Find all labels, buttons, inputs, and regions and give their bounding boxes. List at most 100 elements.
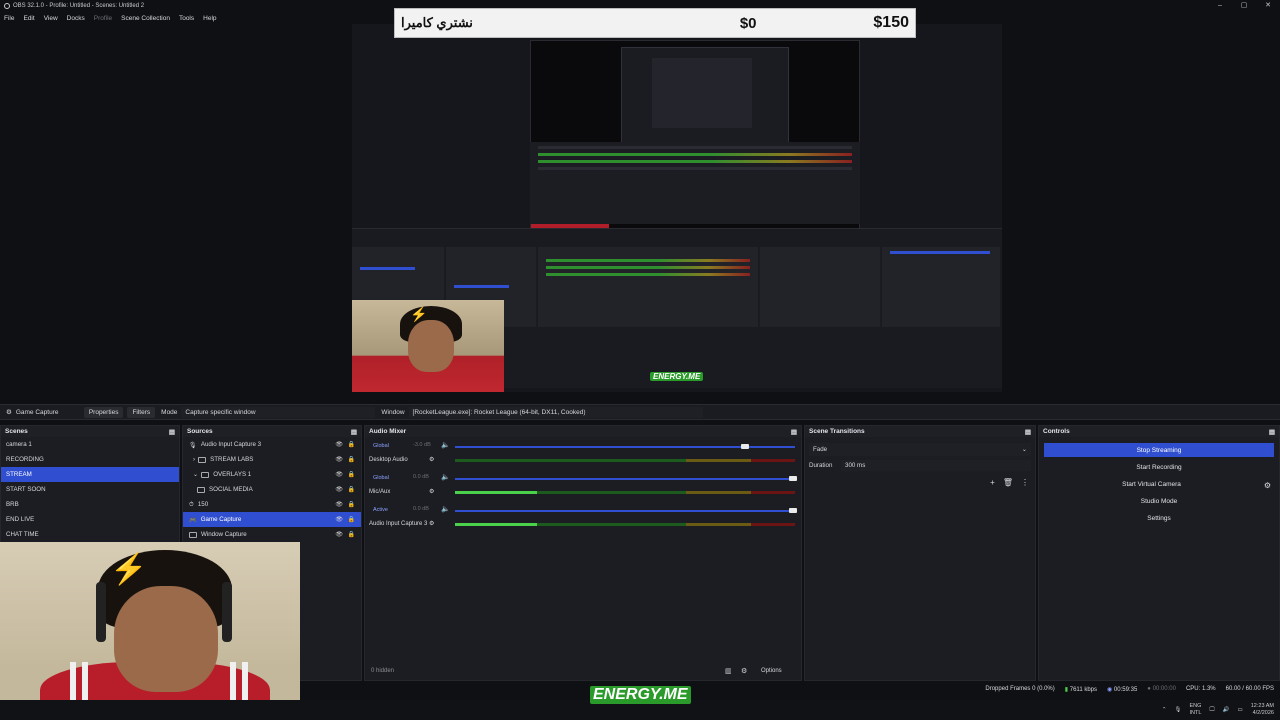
layout-icon[interactable]: ▥ — [725, 667, 732, 675]
virtual-camera-gear-icon[interactable]: ⚙ — [1264, 481, 1271, 490]
dock-menu-icon[interactable]: ▤ — [1025, 428, 1031, 436]
menu-file[interactable]: File — [4, 15, 14, 22]
lightning-icon: ⚡ — [410, 306, 428, 322]
gear-icon[interactable]: ⚙ — [429, 520, 434, 527]
goal-target: $150 — [873, 14, 909, 31]
trash-icon[interactable]: 🗑 — [1003, 478, 1013, 487]
speaker-icon[interactable]: 🔈 — [441, 505, 450, 513]
battery-icon[interactable]: ▭ — [1238, 707, 1243, 713]
studio-mode-button[interactable]: Studio Mode — [1044, 494, 1274, 508]
lock-icon[interactable]: 🔒 — [348, 471, 355, 478]
scene-item-stream[interactable]: STREAM — [1, 467, 179, 482]
language-top: ENG — [1189, 703, 1202, 709]
dock-menu-icon[interactable]: ▤ — [351, 428, 357, 436]
gear-icon[interactable]: ⚙ — [429, 456, 434, 463]
close-button[interactable]: ✕ — [1256, 0, 1280, 12]
scene-item-recording[interactable]: RECORDING — [1, 452, 179, 467]
dock-menu-icon[interactable]: ▤ — [791, 428, 797, 436]
lock-icon[interactable]: 🔒 — [348, 501, 355, 508]
menu-scene-collection[interactable]: Scene Collection — [121, 15, 170, 22]
menu-edit[interactable]: Edit — [23, 15, 34, 22]
add-icon[interactable]: + — [990, 478, 995, 487]
start-recording-button[interactable]: Start Recording — [1044, 460, 1274, 474]
scene-item-end-live[interactable]: END LIVE — [1, 512, 179, 527]
chevron-up-icon[interactable]: ⌃ — [1162, 707, 1167, 713]
volume-knob[interactable] — [741, 444, 749, 449]
dock-menu-icon[interactable]: ▤ — [169, 428, 175, 436]
chevron-down-icon[interactable]: ⌄ — [193, 471, 198, 478]
volume-slider[interactable] — [455, 476, 797, 481]
lock-icon[interactable]: 🔒 — [348, 531, 355, 538]
minimize-button[interactable]: – — [1208, 0, 1232, 12]
maximize-button[interactable]: ▢ — [1232, 0, 1256, 12]
source-item[interactable]: › STREAM LABS 👁 🔒 — [183, 452, 361, 467]
transitions-title: Scene Transitions — [809, 428, 865, 435]
preview-canvas[interactable]: ⚡ ENERGY.ME — [352, 24, 1002, 392]
scene-item-start-soon[interactable]: START SOON — [1, 482, 179, 497]
source-item[interactable]: 🎙 Audio Input Capture 3 👁 🔒 — [183, 437, 361, 452]
language[interactable]: ENG INTL — [1189, 703, 1201, 717]
energy-logo-small: ENERGY.ME — [650, 372, 704, 381]
source-item[interactable]: ⌄ OVERLAYS 1 👁 🔒 — [183, 467, 361, 482]
stop-streaming-button[interactable]: Stop Streaming — [1044, 443, 1274, 457]
controls-header: Controls ▤ — [1039, 426, 1279, 437]
start-virtual-camera-button[interactable]: Start Virtual Camera — [1044, 477, 1259, 491]
settings-button[interactable]: Settings — [1044, 511, 1274, 525]
mic-tray-icon[interactable]: 🎙 — [1174, 707, 1181, 713]
menu-profile[interactable]: Profile — [94, 15, 112, 22]
filters-button[interactable]: Filters — [127, 406, 156, 418]
volume-knob[interactable] — [789, 476, 797, 481]
eye-icon[interactable]: 👁 — [335, 471, 343, 478]
more-icon[interactable]: ⋮ — [1021, 478, 1029, 487]
eye-icon[interactable]: 👁 — [335, 486, 343, 493]
channel-db: 0.0 dB — [413, 506, 429, 512]
meter-level — [455, 491, 537, 494]
source-item-selected[interactable]: 🎮 Game Capture 👁 🔒 — [183, 512, 361, 527]
window-select[interactable]: [RocketLeague.exe]: Rocket League (64-bi… — [408, 406, 703, 418]
eye-icon[interactable]: 👁 — [335, 531, 343, 538]
mode-select[interactable]: Capture specific window — [181, 406, 376, 418]
eye-icon[interactable]: 👁 — [335, 456, 343, 463]
speaker-icon[interactable]: 🔈 — [441, 473, 450, 481]
source-item[interactable]: Window Capture 👁 🔒 — [183, 527, 361, 542]
lock-icon[interactable]: 🔒 — [348, 441, 355, 448]
eye-icon[interactable]: 👁 — [335, 441, 343, 448]
dock-menu-icon[interactable]: ▤ — [1269, 428, 1275, 436]
channel-db: 0.0 dB — [413, 474, 429, 480]
taskbar: ENERGY.ME ⌃ 🎙 ENG INTL 🖵 🔊 ▭ 12:23 AM 4/… — [0, 686, 1280, 720]
duration-input[interactable]: 300 ms — [841, 460, 1031, 471]
menu-view[interactable]: View — [44, 15, 58, 22]
eye-icon[interactable]: 👁 — [335, 516, 343, 523]
menu-tools[interactable]: Tools — [179, 15, 194, 22]
lock-icon[interactable]: 🔒 — [348, 456, 355, 463]
clock[interactable]: 12:23 AM 4/2/2026 — [1251, 703, 1274, 717]
volume-knob[interactable] — [789, 508, 797, 513]
gear-icon[interactable]: ⚙ — [429, 488, 434, 495]
volume-icon[interactable]: 🔊 — [1223, 707, 1230, 713]
transition-select[interactable]: Fade ⌄ — [809, 443, 1031, 456]
menu-docks[interactable]: Docks — [67, 15, 85, 22]
monitor-icon[interactable]: 🖵 — [1209, 707, 1214, 714]
scene-item-chat-time[interactable]: CHAT TIME — [1, 527, 179, 542]
properties-button[interactable]: Properties — [83, 406, 124, 418]
source-item[interactable]: SOCIAL MEDIA 👁 🔒 — [183, 482, 361, 497]
obs-logo-icon — [4, 3, 10, 9]
level-meter — [455, 523, 795, 526]
chevron-right-icon[interactable]: › — [193, 456, 195, 463]
volume-slider[interactable] — [455, 444, 795, 449]
volume-slider[interactable] — [455, 508, 797, 513]
lightning-icon: ⚡ — [110, 553, 148, 586]
settings-icon[interactable]: ⚙ — [741, 667, 747, 675]
folder-icon — [201, 471, 210, 478]
menu-help[interactable]: Help — [203, 15, 216, 22]
source-item[interactable]: ⏱ 150 👁 🔒 — [183, 497, 361, 512]
speaker-icon[interactable]: 🔈 — [441, 441, 450, 449]
scene-item-brb[interactable]: BRB — [1, 497, 179, 512]
eye-icon[interactable]: 👁 — [335, 501, 343, 508]
scene-item-camera-1[interactable]: camera 1 — [1, 437, 179, 452]
mixer-options-button[interactable]: Options — [761, 668, 782, 674]
lock-icon[interactable]: 🔒 — [348, 516, 355, 523]
lock-icon[interactable]: 🔒 — [348, 486, 355, 493]
folder-icon — [198, 456, 207, 463]
nested-preview-inner2 — [652, 58, 752, 128]
